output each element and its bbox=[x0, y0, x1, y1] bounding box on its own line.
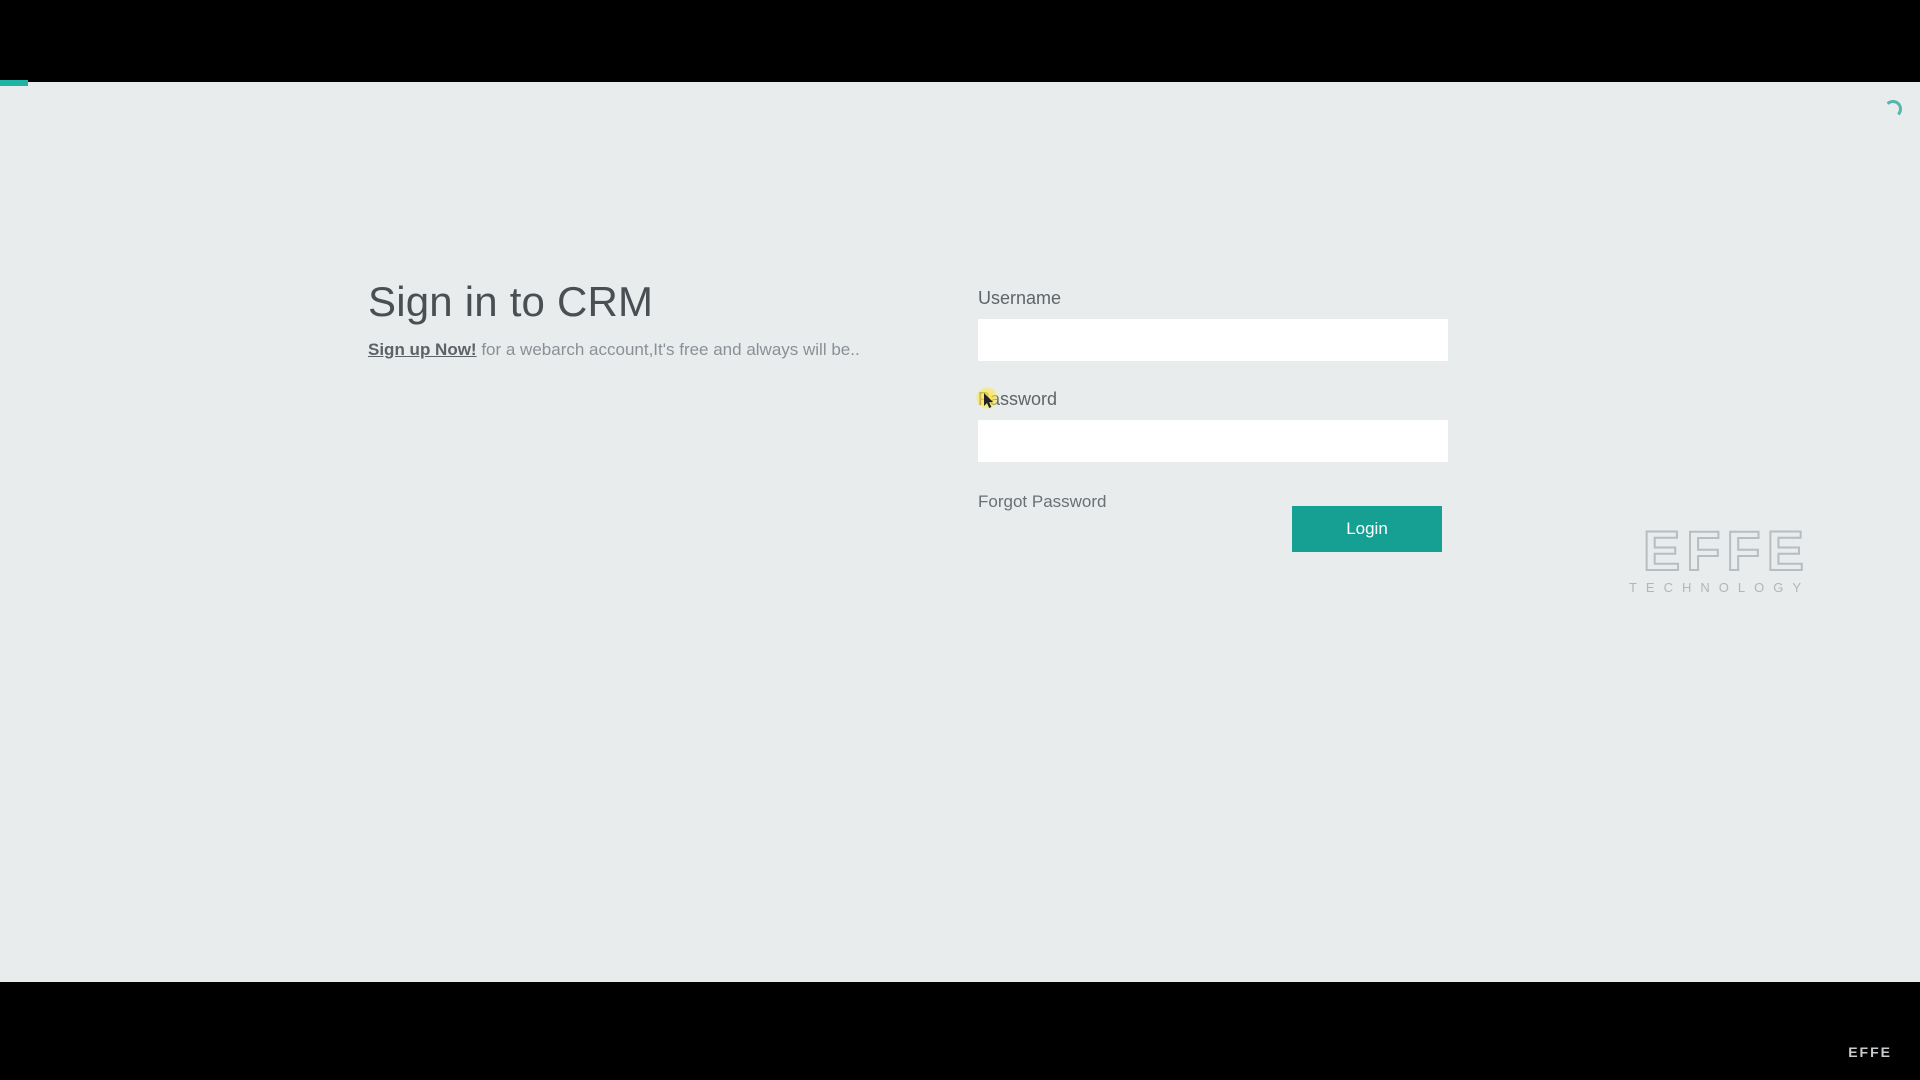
password-label: Password bbox=[978, 389, 1448, 410]
signin-form: Username Password Forgot Password Login bbox=[978, 288, 1448, 540]
app-viewport: Sign in to CRM Sign up Now! for a webarc… bbox=[0, 82, 1920, 982]
username-label: Username bbox=[978, 288, 1448, 309]
loading-spinner-icon bbox=[1884, 100, 1902, 118]
page-title: Sign in to CRM bbox=[368, 278, 928, 326]
brand-tagline: TECHNOLOGY bbox=[1629, 580, 1810, 595]
form-footer: Forgot Password Login bbox=[978, 490, 1448, 540]
login-button[interactable]: Login bbox=[1292, 506, 1442, 552]
corner-brand-mark: EFFE bbox=[1848, 1044, 1892, 1060]
password-input[interactable] bbox=[978, 420, 1448, 462]
forgot-password-link[interactable]: Forgot Password bbox=[978, 492, 1107, 512]
signin-intro: Sign in to CRM Sign up Now! for a webarc… bbox=[368, 278, 928, 360]
brand-name: EFFE bbox=[1629, 526, 1810, 576]
password-group: Password bbox=[978, 389, 1448, 462]
signup-now-link[interactable]: Sign up Now! bbox=[368, 340, 477, 359]
brand-logo: EFFE TECHNOLOGY bbox=[1629, 526, 1810, 595]
loading-progress-bar bbox=[0, 80, 28, 86]
signup-subline: Sign up Now! for a webarch account,It's … bbox=[368, 340, 928, 360]
username-group: Username bbox=[978, 288, 1448, 361]
username-input[interactable] bbox=[978, 319, 1448, 361]
signup-subline-rest: for a webarch account,It's free and alwa… bbox=[477, 340, 860, 359]
